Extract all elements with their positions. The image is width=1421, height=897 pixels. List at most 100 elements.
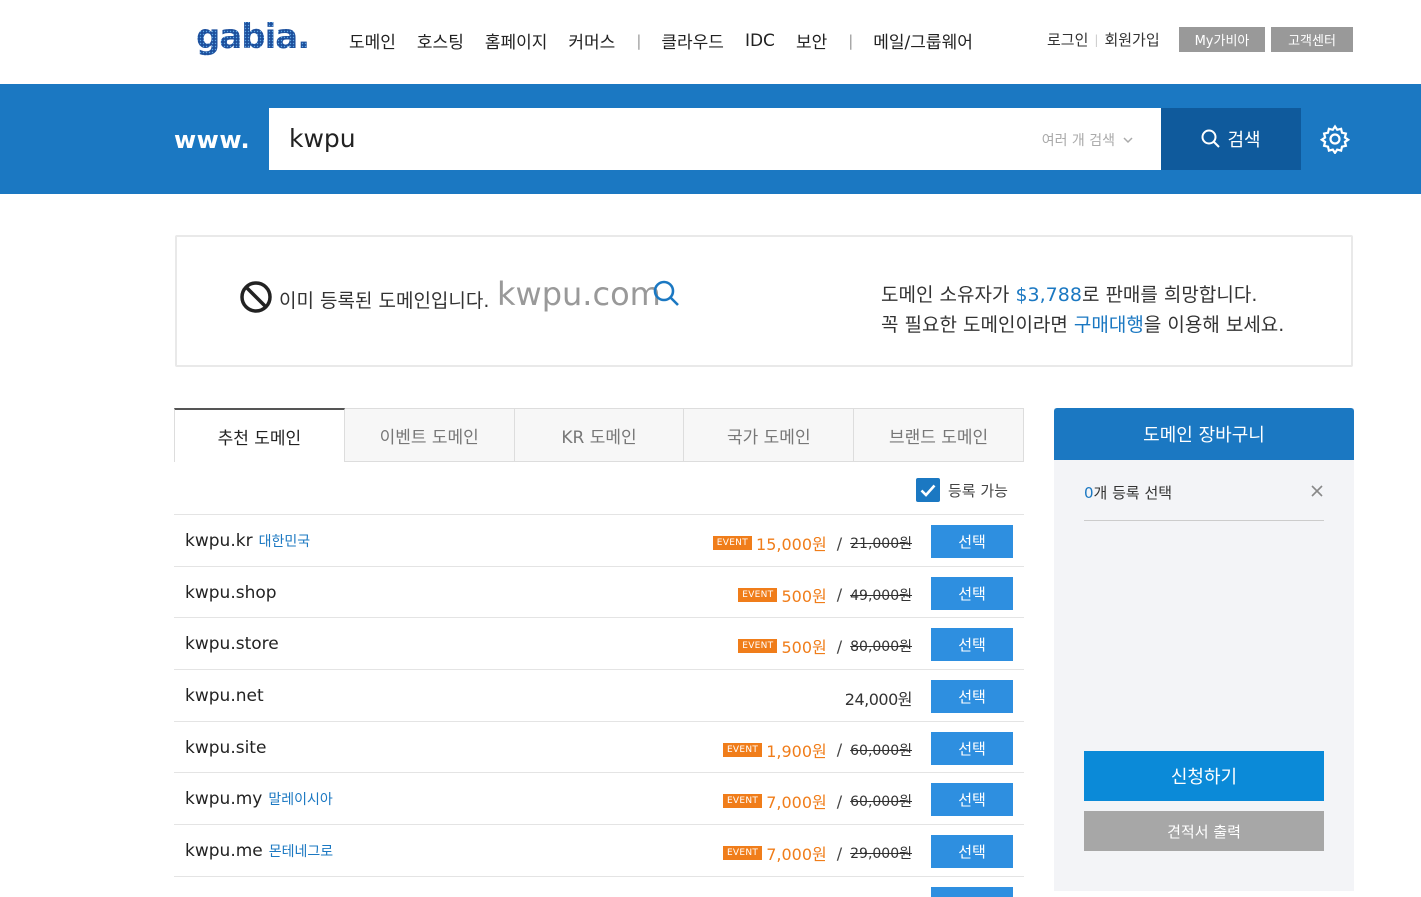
gabia-logo[interactable]: gabia. <box>196 17 314 64</box>
chevron-down-icon <box>1123 136 1133 143</box>
domain-price: 24,000원 <box>844 686 913 710</box>
mygabia-button[interactable]: My가비아 <box>1179 27 1265 52</box>
domain-tabs: 추천 도메인 이벤트 도메인 KR 도메인 국가 도메인 브랜드 도메인 <box>174 408 1024 462</box>
domain-row: kwpu.me 몬테네그로 EVENT 7,000원 / 29,000원 선택 <box>174 824 1024 876</box>
domain-row: kwpu.store EVENT 500원 / 80,000원 선택 <box>174 617 1024 669</box>
close-icon[interactable] <box>1310 484 1324 498</box>
domain-row: kwpu.site EVENT 1,900원 / 60,000원 선택 <box>174 720 1024 773</box>
menu-hosting[interactable]: 호스팅 <box>417 28 464 53</box>
status-text: 이미 등록된 도메인입니다. <box>279 290 490 312</box>
signup-link[interactable]: 회원가입 <box>1104 29 1159 50</box>
cart-count: 0개 등록 선택 <box>1084 484 1173 502</box>
event-badge: EVENT <box>712 536 753 550</box>
domain-price: EVENT 7,000원 / 60,000원 <box>722 789 912 813</box>
select-button[interactable]: 선택 <box>931 731 1013 765</box>
domain-row <box>174 875 1024 897</box>
multi-search-label: 여러 개 검색 <box>1041 133 1115 149</box>
event-badge: EVENT <box>722 742 763 757</box>
original-price: 60,000원 <box>850 742 912 759</box>
support-center-button[interactable]: 고객센터 <box>1271 27 1353 52</box>
search-value[interactable]: kwpu <box>289 124 356 153</box>
domain-price: EVENT 15,000원 / 21,000원 <box>712 531 912 555</box>
menu-security[interactable]: 보안 <box>796 28 827 53</box>
sale-price: 7,000원 <box>766 845 827 865</box>
menu-divider: | <box>848 31 854 50</box>
purchase-agent-link[interactable]: 구매대행 <box>1074 314 1144 336</box>
select-button[interactable]: 선택 <box>931 525 1013 558</box>
select-button[interactable]: 선택 <box>931 576 1013 610</box>
menu-cloud[interactable]: 클라우드 <box>661 28 724 53</box>
select-button[interactable]: 선택 <box>931 783 1013 817</box>
menu-domain[interactable]: 도메인 <box>349 28 396 53</box>
select-button[interactable]: 선택 <box>931 680 1013 714</box>
tab-country[interactable]: 국가 도메인 <box>684 408 855 462</box>
tab-recommended[interactable]: 추천 도메인 <box>174 408 345 462</box>
menu-mail-groupware[interactable]: 메일/그룹웨어 <box>873 28 973 53</box>
search-button[interactable]: 검색 <box>1161 108 1301 170</box>
select-button[interactable]: 선택 <box>931 835 1013 869</box>
event-badge: EVENT <box>738 639 778 654</box>
available-label: 등록 가능 <box>948 481 1008 500</box>
menu-homepage[interactable]: 홈페이지 <box>485 28 548 53</box>
menu-divider: | <box>636 31 642 50</box>
select-button[interactable]: 선택 <box>931 628 1013 662</box>
original-price: 49,000원 <box>850 587 912 604</box>
tab-kr[interactable]: KR 도메인 <box>514 408 685 462</box>
search-icon <box>1201 129 1221 148</box>
sale-price: 15,000원 <box>756 535 827 554</box>
util-links: 로그인 | 회원가입 <box>1047 29 1160 50</box>
domain-price: EVENT 500원 / 49,000원 <box>738 583 912 607</box>
original-price: 80,000원 <box>850 639 912 656</box>
domain-name: kwpu.my <box>185 789 263 810</box>
domain-row: kwpu.kr 대한민국 EVENT 15,000원 / 21,000원 선택 <box>174 514 1024 566</box>
domain-cart: 도메인 장바구니 0개 등록 선택 신청하기 견적서 출력 <box>1054 408 1354 891</box>
regular-price: 24,000원 <box>844 690 913 710</box>
print-quote-button[interactable]: 견적서 출력 <box>1084 811 1324 851</box>
menu-idc[interactable]: IDC <box>745 31 775 51</box>
domain-country: 말레이시아 <box>268 792 333 809</box>
domain-name: kwpu.shop <box>185 582 277 603</box>
domain-country: 대한민국 <box>258 534 311 550</box>
domain-name: kwpu.site <box>185 737 267 758</box>
search-result-box: 이미 등록된 도메인입니다. kwpu.com 도메인 소유자가 $3,788로… <box>175 235 1353 367</box>
gear-icon[interactable] <box>1319 124 1351 155</box>
sale-info-line-1: 도메인 소유자가 $3,788로 판매를 희망합니다. <box>881 284 1258 306</box>
event-badge: EVENT <box>722 794 763 809</box>
multi-search-toggle[interactable]: 여러 개 검색 <box>1042 130 1133 150</box>
util-divider: | <box>1094 32 1099 47</box>
prohibited-icon <box>240 281 272 313</box>
apply-button[interactable]: 신청하기 <box>1084 751 1324 801</box>
domain-name: kwpu.store <box>185 634 279 655</box>
original-price: 21,000원 <box>850 536 912 552</box>
tab-event[interactable]: 이벤트 도메인 <box>344 408 515 462</box>
domain-search-input[interactable]: kwpu 여러 개 검색 <box>269 108 1161 170</box>
sale-price: 1,900원 <box>766 741 827 761</box>
domain-row: kwpu.shop EVENT 500원 / 49,000원 선택 <box>174 565 1024 618</box>
sale-price: 500원 <box>781 586 827 606</box>
domain-name: kwpu.kr <box>185 531 253 551</box>
menu-commerce[interactable]: 커머스 <box>568 28 615 53</box>
domain-price: EVENT 7,000원 / 29,000원 <box>722 841 912 865</box>
domain-row: kwpu.my 말레이시아 EVENT 7,000원 / 60,000원 선택 <box>174 772 1024 824</box>
top-nav: gabia. 도메인 호스팅 홈페이지 커머스 | 클라우드 IDC 보안 | … <box>0 0 1421 84</box>
main-menu: 도메인 호스팅 홈페이지 커머스 | 클라우드 IDC 보안 | 메일/그룹웨어 <box>349 28 994 54</box>
original-price: 29,000원 <box>850 846 912 863</box>
event-badge: EVENT <box>722 846 763 861</box>
search-button-label: 검색 <box>1227 130 1261 151</box>
sale-price: $3,788 <box>1015 284 1082 306</box>
search-icon[interactable] <box>652 279 682 309</box>
logo-text: gabia. <box>196 18 309 57</box>
sale-info-line-2: 꼭 필요한 도메인이라면 구매대행을 이용해 보세요. <box>881 314 1285 336</box>
available-filter[interactable]: 등록 가능 <box>916 478 1008 502</box>
original-price: 60,000원 <box>850 794 912 811</box>
cart-divider <box>1084 520 1324 521</box>
domain-row: kwpu.net 24,000원 선택 <box>174 669 1024 721</box>
available-checkbox[interactable] <box>916 478 940 502</box>
login-link[interactable]: 로그인 <box>1047 29 1088 50</box>
searched-domain[interactable]: kwpu.com <box>497 275 661 313</box>
tab-brand[interactable]: 브랜드 도메인 <box>854 408 1024 462</box>
search-band: www. kwpu 여러 개 검색 검색 <box>0 84 1421 194</box>
checkmark-icon <box>920 484 936 497</box>
select-button[interactable] <box>931 886 1013 897</box>
domain-name: kwpu.net <box>185 686 264 707</box>
